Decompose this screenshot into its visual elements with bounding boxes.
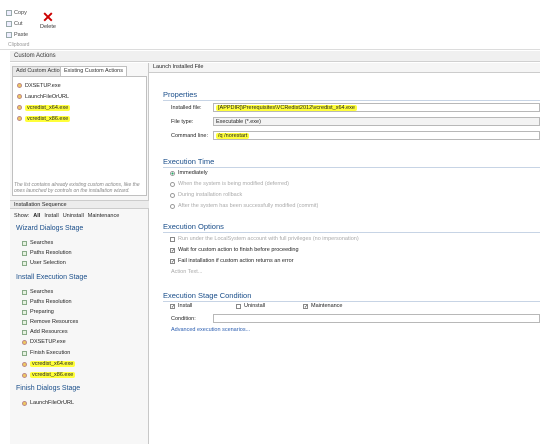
fail-checkbox[interactable]: ✓ Fail installation if custom action retu…: [170, 258, 294, 264]
command-line-field[interactable]: /q /norestart: [213, 131, 540, 140]
advanced-scenarios-link[interactable]: Advanced execution scenarios...: [171, 327, 250, 333]
list-item[interactable]: LaunchFileOrURL: [17, 92, 69, 101]
finish-icon: [22, 350, 27, 356]
installed-file-label: Installed file:: [171, 105, 202, 111]
page-title: Custom Actions: [10, 51, 540, 62]
search-icon: [22, 289, 27, 295]
sequence-item[interactable]: vcredist_x86.exe: [22, 371, 76, 379]
action-text-link[interactable]: Action Text...: [171, 269, 202, 275]
finish-dialogs-stage-title: Finish Dialogs Stage: [16, 385, 81, 392]
gear-icon: [22, 400, 27, 406]
condition-field[interactable]: [213, 314, 540, 323]
sequence-item[interactable]: Finish Execution: [22, 349, 70, 357]
sequence-item[interactable]: Add Resources: [22, 328, 68, 336]
wizard-dialogs-stage-title: Wizard Dialogs Stage: [16, 225, 84, 232]
sequence-item[interactable]: Preparing: [22, 308, 54, 316]
file-type-select[interactable]: Executable (*.exe): [213, 117, 540, 126]
sequence-item[interactable]: Searches: [22, 239, 53, 247]
gear-icon: [17, 116, 22, 121]
file-type-label: File type:: [171, 119, 194, 125]
condition-label: Condition:: [171, 316, 196, 322]
gear-icon: [17, 94, 22, 99]
radio-commit[interactable]: After the system has been successfully m…: [170, 203, 318, 209]
command-line-label: Command line:: [171, 133, 208, 139]
divider: [163, 232, 540, 233]
panel-header: Launch Installed File: [149, 63, 540, 73]
copy-button[interactable]: Copy: [6, 10, 27, 16]
paste-icon: [6, 32, 12, 38]
run-localsystem-checkbox[interactable]: Run under the LocalSystem account with f…: [170, 236, 359, 242]
installed-file-field[interactable]: [APPDIR]\Prerequisites\VCRedist2012\vcre…: [213, 103, 540, 112]
divider: [163, 301, 540, 302]
radio-deferred[interactable]: When the system is being modified (defer…: [170, 181, 289, 187]
divider: [163, 100, 540, 101]
search-icon: [22, 240, 27, 246]
tab-note: The list contains already existing custo…: [14, 182, 140, 194]
tab-existing-custom-actions[interactable]: Existing Custom Actions: [60, 66, 127, 76]
sequence-item[interactable]: Paths Resolution: [22, 298, 72, 306]
filter-all[interactable]: All: [33, 213, 40, 219]
sequence-item[interactable]: Paths Resolution: [22, 249, 72, 257]
folder-icon: [22, 250, 27, 256]
list-item[interactable]: vcredist_x64.exe: [17, 103, 71, 112]
installation-sequence-header: Installation Sequence: [10, 200, 149, 209]
gear-icon: [22, 361, 27, 367]
copy-icon: [6, 10, 12, 16]
existing-actions-list: DXSETUP.exe LaunchFileOrURL vcredist_x64…: [12, 76, 147, 196]
radio-immediately[interactable]: Immediately: [170, 170, 208, 176]
cut-icon: [6, 21, 12, 27]
preparing-icon: [22, 309, 27, 315]
stage-condition-section-title: Execution Stage Condition: [163, 291, 252, 300]
ribbon-toolbar: Copy Cut Paste ✕ Delete Clipboard: [0, 0, 540, 50]
install-execution-stage-title: Install Execution Stage: [16, 274, 88, 281]
gear-icon: [17, 83, 22, 88]
remove-icon: [22, 319, 27, 325]
sequence-item[interactable]: Searches: [22, 288, 53, 296]
sequence-item[interactable]: DXSETUP.exe: [22, 338, 66, 346]
filter-maintenance[interactable]: Maintenance: [88, 213, 120, 219]
cut-button[interactable]: Cut: [6, 21, 23, 27]
radio-rollback[interactable]: During installation rollback: [170, 192, 242, 198]
add-icon: [22, 329, 27, 335]
delete-icon: ✕: [42, 9, 54, 25]
show-filter-row: Show: All Install Uninstall Maintenance: [14, 213, 120, 219]
tab-add-custom-action[interactable]: Add Custom Action: [12, 66, 67, 76]
properties-section-title: Properties: [163, 90, 198, 99]
list-item[interactable]: vcredist_x86.exe: [17, 114, 71, 123]
delete-button[interactable]: ✕ Delete: [38, 10, 58, 30]
sequence-item[interactable]: LaunchFileOrURL: [22, 399, 74, 407]
execution-time-section-title: Execution Time: [163, 157, 215, 166]
execution-options-section-title: Execution Options: [163, 222, 224, 231]
clipboard-group-label: Clipboard: [8, 42, 30, 48]
gear-icon: [22, 372, 27, 378]
gear-icon: [22, 339, 27, 345]
filter-install[interactable]: Install: [44, 213, 58, 219]
folder-icon: [22, 299, 27, 305]
wait-checkbox[interactable]: ✓ Wait for custom action to finish before…: [170, 247, 299, 253]
sequence-item[interactable]: User Selection: [22, 259, 66, 267]
sequence-item[interactable]: Remove Resources: [22, 318, 78, 326]
paste-button[interactable]: Paste: [6, 32, 28, 38]
user-icon: [22, 260, 27, 266]
gear-icon: [17, 105, 22, 110]
list-item[interactable]: DXSETUP.exe: [17, 81, 61, 90]
divider: [163, 167, 540, 168]
uninstall-checkbox[interactable]: Uninstall: [236, 303, 265, 309]
filter-uninstall[interactable]: Uninstall: [63, 213, 84, 219]
maintenance-checkbox[interactable]: ✓ Maintenance: [303, 303, 343, 309]
sequence-item[interactable]: vcredist_x64.exe: [22, 360, 76, 368]
install-checkbox[interactable]: ✓ Install: [170, 303, 192, 309]
